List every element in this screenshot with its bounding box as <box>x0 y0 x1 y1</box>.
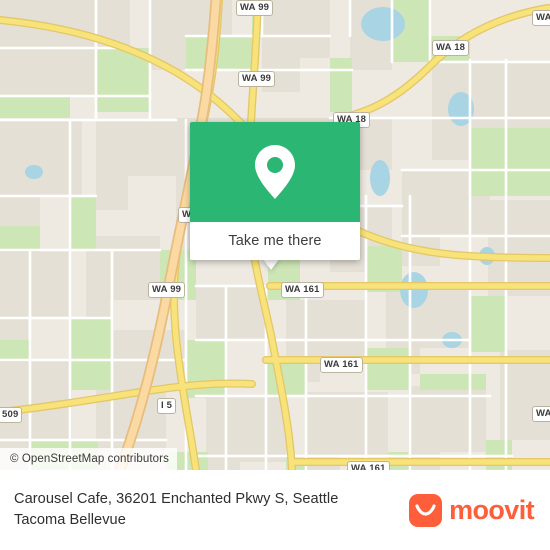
moovit-logo: moovit <box>409 493 535 527</box>
road-shield: WA 161 <box>320 357 363 373</box>
road-shield: WA <box>532 406 550 422</box>
road-shield: WA 99 <box>236 0 274 16</box>
road-shield: WA 99 <box>238 71 276 87</box>
footer-bar: Carousel Cafe, 36201 Enchanted Pkwy S, S… <box>0 470 550 550</box>
road-shield: WA <box>532 10 550 26</box>
place-popup[interactable]: Take me there <box>190 122 360 260</box>
moovit-wordmark: moovit <box>449 494 535 525</box>
place-title: Carousel Cafe, 36201 Enchanted Pkwy S, S… <box>14 489 409 531</box>
road-shield: I 5 <box>157 398 177 414</box>
road-shield: WA 161 <box>281 282 324 298</box>
take-me-there-button[interactable]: Take me there <box>190 222 360 260</box>
road-shield: WA 18 <box>432 40 470 56</box>
moovit-smile-icon <box>409 493 443 527</box>
place-title-line-2: Tacoma Bellevue <box>14 512 126 528</box>
map-attribution: © OpenStreetMap contributors <box>0 448 177 470</box>
place-title-line-1: Carousel Cafe, 36201 Enchanted Pkwy S, S… <box>14 491 339 507</box>
map-pin-icon <box>252 143 298 201</box>
popup-image <box>190 122 360 222</box>
map-screenshot: WA 99 WA 18 WA WA 99 WA 18 WA 99 WA 99 W… <box>0 0 550 550</box>
road-shield: WA 99 <box>148 282 186 298</box>
road-shield: 509 <box>0 407 23 423</box>
road-shield: WA 161 <box>347 461 390 470</box>
